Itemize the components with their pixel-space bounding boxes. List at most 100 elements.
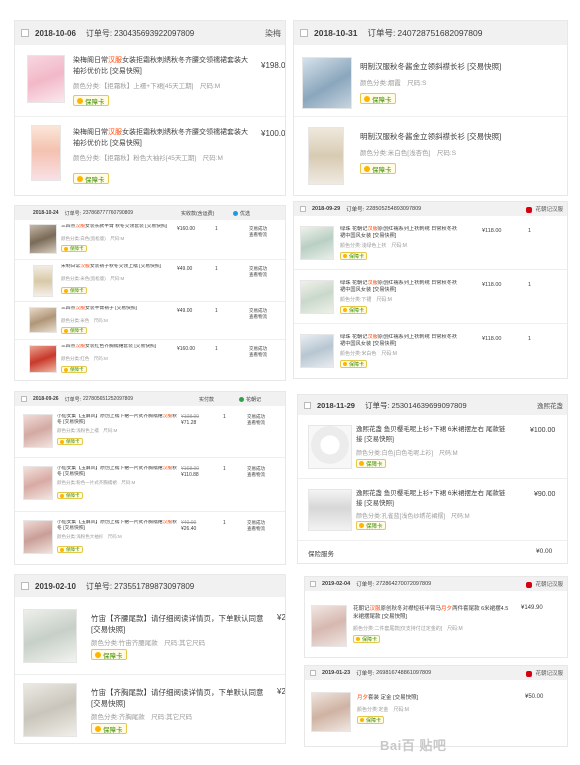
guarantee-badge[interactable]: 保障卡 (356, 459, 386, 468)
product-title[interactable]: 三四点汉服女装长款半臂 秋冬交领套装 [交易快照] (61, 224, 171, 234)
guarantee-icon (60, 439, 64, 444)
product-title[interactable]: 绿珠 花朝记汉服原创红襦系列上袄刺绣 日常秋冬袄裙中国风女装 [交易快照] (340, 280, 460, 294)
product-title[interactable]: 三四点汉服女装红色齐胸襦裙套装 [交易快照] (61, 344, 171, 354)
guarantee-badge[interactable]: 保障卡 (57, 438, 83, 445)
guarantee-badge[interactable]: 保障卡 (57, 546, 83, 553)
order-status[interactable]: 交易成功 查看物流 (247, 466, 265, 478)
guarantee-badge[interactable]: 保障卡 (61, 366, 87, 373)
select-checkbox[interactable] (21, 396, 27, 402)
product-title[interactable]: 明制汉服秋冬酱金立领斜襟长衫 [交易快照] (360, 61, 560, 72)
select-checkbox[interactable] (21, 29, 29, 37)
guarantee-badge[interactable]: 保障卡 (360, 163, 396, 174)
product-title[interactable]: 竹宙【齐腰尾款】请仔细阅读详情页，下单默认同意 [交易快照] (91, 613, 269, 635)
order-status[interactable]: 交易成功 查看物流 (249, 308, 267, 320)
product-title[interactable]: 小仙女集【玉屏风】原创上襦下裙一片式齐胸襦裙汉服秋冬 [交易快照] (57, 466, 177, 478)
product-title[interactable]: 宋制日常汉服女装褙子秋冬交领上襦 [交易快照] (61, 264, 171, 274)
order-item: 宋制日常汉服女装褙子秋冬交领上襦 [交易快照] 颜色分类:米色(宽松版) 尺码:… (15, 260, 285, 302)
product-title[interactable]: 小仙女集【玉屏风】原创上襦下裙一片式齐胸襦裙汉服秋冬 [交易快照] (57, 520, 177, 532)
guarantee-badge[interactable]: 保障卡 (340, 306, 368, 314)
product-thumbnail[interactable] (29, 307, 57, 333)
product-thumbnail[interactable] (31, 125, 61, 181)
guarantee-icon (64, 328, 68, 333)
product-thumbnail[interactable] (23, 609, 77, 663)
shop-name[interactable]: 花朝记汉服 (526, 580, 563, 588)
guarantee-badge[interactable]: 保障卡 (91, 649, 127, 660)
order-panel-20181031: 2018-10-31 订单号: 240728751682097809 明制汉服秋… (293, 20, 568, 196)
product-title[interactable]: 花朝记汉服原创秋冬对襟短袄半臂马月夕两件套尾款 6米裙摆4.5米裙摆尾款 [交易… (353, 605, 513, 621)
product-thumbnail[interactable] (23, 520, 53, 554)
guarantee-badge[interactable]: 保障卡 (57, 492, 83, 499)
product-title[interactable]: 逸熙花盏 鱼贝樱毛呢上衫+下裙 6米裙摆左右 尾款链接 [交易快照] (356, 489, 506, 509)
product-title[interactable]: 竹宙【齐胸尾款】请仔细阅读详情页，下单默认同意 [交易快照] (91, 687, 269, 709)
order-status[interactable]: 交易成功 查看物流 (247, 414, 265, 426)
product-quantity: 1 (528, 282, 532, 288)
order-status[interactable]: 交易成功 查看物流 (249, 266, 267, 278)
order-status[interactable]: 交易成功 查看物流 (249, 226, 267, 238)
product-title[interactable]: 绿珠 花朝记汉服原创红襦系列上袄刺绣 日常秋冬袄裙中国风女装 [交易快照] (340, 334, 460, 348)
product-thumbnail[interactable] (300, 280, 334, 314)
order-status[interactable]: 交易成功 查看物流 (249, 346, 267, 358)
product-thumbnail[interactable] (300, 226, 334, 260)
product-thumbnail[interactable] (33, 265, 53, 297)
product-thumbnail[interactable] (23, 683, 77, 737)
product-price: ¥118.00 (482, 282, 502, 288)
guarantee-badge[interactable]: 保障卡 (360, 93, 396, 104)
product-thumbnail[interactable] (29, 224, 57, 254)
shop-name[interactable]: 花朝记汉服 (526, 205, 563, 213)
product-thumbnail[interactable] (23, 466, 53, 500)
product-attributes: 颜色分类:粉色一片式齐胸襦裙 尺码:M (57, 480, 136, 485)
shop-icon (233, 210, 238, 216)
product-title[interactable]: 小仙女集【玉屏风】原创上襦下裙一片式齐胸襦裙汉服秋冬 [交易快照] (57, 414, 177, 426)
shop-name[interactable]: 逸熙花盏 (537, 400, 563, 410)
product-thumbnail[interactable] (308, 425, 352, 469)
guarantee-badge[interactable]: 保障卡 (340, 252, 368, 260)
insurance-label: 保险服务 (308, 551, 334, 558)
product-thumbnail[interactable] (27, 55, 65, 103)
select-checkbox[interactable] (21, 582, 29, 590)
product-attributes: 颜色分类:【拒霜秋】上襦+下裙[45天工期] 尺码:M (73, 83, 221, 90)
shop-tag[interactable]: 优选 (233, 210, 250, 217)
select-checkbox[interactable] (310, 581, 316, 587)
guarantee-badge[interactable]: 保障卡 (73, 173, 109, 184)
product-thumbnail[interactable] (311, 692, 351, 732)
product-thumbnail[interactable] (29, 345, 57, 373)
select-checkbox[interactable] (304, 401, 311, 409)
order-number-label: 订单号: (356, 582, 375, 588)
guarantee-badge[interactable]: 保障卡 (353, 635, 381, 643)
order-item: 明制汉服秋冬酱金立领斜襟长衫 [交易快照] 颜色分类:烟霞 尺码:S 保障卡 (294, 45, 567, 117)
shop-tag[interactable]: 花朝记 (239, 396, 261, 403)
guarantee-badge[interactable]: 保障卡 (356, 521, 386, 530)
order-date: 2019-02-04 (322, 581, 351, 587)
product-thumbnail[interactable] (23, 414, 53, 448)
order-number-label: 订单号: (64, 396, 81, 403)
guarantee-badge[interactable]: 保障卡 (340, 360, 368, 368)
order-status[interactable]: 交易成功 查看物流 (247, 520, 265, 532)
product-thumbnail[interactable] (308, 127, 344, 185)
product-title[interactable]: 三四点汉服女装半臂褙子 [交易快照] (61, 306, 171, 316)
guarantee-badge[interactable]: 保障卡 (357, 716, 385, 724)
shop-name[interactable]: 染梅 (265, 28, 281, 39)
select-checkbox[interactable] (310, 670, 316, 676)
shop-name[interactable]: 花朝记汉服 (526, 669, 563, 677)
product-quantity: 1 (215, 308, 218, 314)
select-checkbox[interactable] (300, 206, 306, 212)
guarantee-badge[interactable]: 保障卡 (61, 287, 87, 294)
product-thumbnail[interactable] (308, 489, 352, 531)
guarantee-badge[interactable]: 保障卡 (61, 245, 87, 252)
product-title[interactable]: 染梅阁日常汉服女装拒霜秋刺绣秋冬齐腰交领襦裙套装大袖衫优价比 [交易快照] (73, 55, 253, 77)
product-title[interactable]: 染梅阁日常汉服女装拒霜秋刺绣秋冬齐腰交领襦裙套装大袖衫优价比 [交易快照] (73, 127, 253, 149)
order-header: 2018-09-26 订单号: 227805651252097809 实付款 花… (15, 392, 285, 406)
product-title[interactable]: 明制汉服秋冬酱金立领斜襟长衫 [交易快照] (360, 131, 560, 142)
product-title[interactable]: 逸熙花盏 鱼贝樱毛呢上衫+下裙 6米裙摆左右 尾款链接 [交易快照] (356, 425, 506, 445)
select-checkbox[interactable] (300, 29, 308, 37)
guarantee-badge[interactable]: 保障卡 (73, 95, 109, 106)
order-header: 2018-10-31 订单号: 240728751682097809 (294, 21, 567, 45)
product-thumbnail[interactable] (302, 57, 352, 109)
product-thumbnail[interactable] (311, 605, 347, 647)
product-title[interactable]: 绿珠 花朝记汉服原创红襦系列上袄刺绣 日常秋冬袄裙中国风女装 [交易快照] (340, 226, 460, 240)
product-thumbnail[interactable] (300, 334, 334, 368)
product-title[interactable]: 月夕套装 定金 [交易快照] (357, 694, 507, 704)
order-item: 三四点汉服女装半臂褙子 [交易快照] 颜色分类:米色 尺码:M 保障卡 ¥49.… (15, 302, 285, 340)
guarantee-badge[interactable]: 保障卡 (61, 327, 87, 334)
guarantee-badge[interactable]: 保障卡 (91, 723, 127, 734)
